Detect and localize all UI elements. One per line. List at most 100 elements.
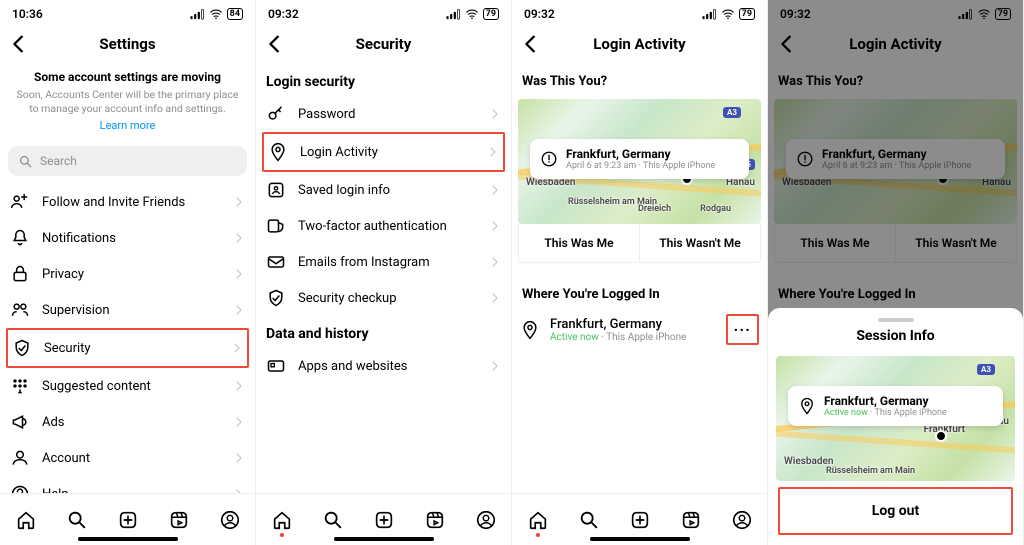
home-indicator[interactable] <box>78 537 178 541</box>
security-item-password[interactable]: Password <box>262 96 505 132</box>
security-item-label: Security checkup <box>298 291 477 306</box>
tab-create[interactable] <box>373 509 395 531</box>
search-placeholder: Search <box>40 154 77 168</box>
tab-search[interactable] <box>578 509 600 531</box>
tab-reels[interactable] <box>168 509 190 531</box>
saved-login-icon <box>266 180 286 200</box>
settings-list: Follow and Invite Friends Notifications … <box>6 184 249 493</box>
learn-more-link[interactable]: Learn more <box>12 119 243 132</box>
map-road-badge-a3: A3 <box>723 107 741 118</box>
home-icon <box>527 509 549 531</box>
settings-item-privacy[interactable]: Privacy <box>6 256 249 292</box>
sheet-grabber[interactable] <box>878 318 914 322</box>
signal-icon <box>701 8 717 20</box>
status-time: 10:36 <box>12 7 43 21</box>
status-bar: 09:32 79 <box>512 0 767 24</box>
security-item-label: Emails from Instagram <box>298 255 477 270</box>
log-out-button[interactable]: Log out <box>778 487 1013 535</box>
session-active: Active now <box>550 332 599 343</box>
back-button[interactable] <box>264 33 286 55</box>
settings-item-label: Account <box>42 451 221 466</box>
notification-dot-icon <box>280 533 284 537</box>
search-icon <box>322 509 344 531</box>
wifi-icon <box>721 8 735 20</box>
settings-item-supervision[interactable]: Supervision <box>6 292 249 328</box>
security-item-2fa[interactable]: Two-factor authentication <box>262 208 505 244</box>
avatar-icon <box>219 509 241 531</box>
security-item-apps-websites[interactable]: Apps and websites <box>262 348 505 384</box>
this-was-me-button[interactable]: This Was Me <box>519 224 640 262</box>
tab-home[interactable] <box>271 509 293 531</box>
settings-item-label: Ads <box>42 415 221 430</box>
home-icon <box>15 509 37 531</box>
home-indicator[interactable] <box>334 537 434 541</box>
section-login-security: Login security <box>262 64 505 96</box>
settings-item-ads[interactable]: Ads <box>6 404 249 440</box>
chevron-right-icon <box>233 452 245 464</box>
tab-home[interactable] <box>15 509 37 531</box>
banner-heading: Some account settings are moving <box>12 70 243 84</box>
tab-search[interactable] <box>66 509 88 531</box>
megaphone-icon <box>10 412 30 432</box>
battery-icon: 84 <box>227 8 243 20</box>
back-button[interactable] <box>8 33 30 55</box>
sheet-title: Session Info <box>776 328 1015 344</box>
tab-profile[interactable] <box>219 509 241 531</box>
settings-item-notifications[interactable]: Notifications <box>6 220 249 256</box>
shield-check-icon <box>266 288 286 308</box>
map-label-russelsheim: Rüsselsheim am Main <box>826 466 915 476</box>
panel-security: 09:32 79 Security Login security Passwor… <box>256 0 512 545</box>
status-time: 09:32 <box>268 7 299 21</box>
back-button[interactable] <box>520 33 542 55</box>
chevron-right-icon <box>233 304 245 316</box>
tab-profile[interactable] <box>731 509 753 531</box>
session-options-button[interactable]: ··· <box>726 314 759 345</box>
key-icon <box>266 104 286 124</box>
tab-profile[interactable] <box>475 509 497 531</box>
settings-item-security[interactable]: Security <box>6 328 249 368</box>
settings-item-suggested[interactable]: Suggested content <box>6 368 249 404</box>
nav-header: Security <box>256 24 511 64</box>
page-title: Security <box>356 35 412 53</box>
this-wasnt-me-button[interactable]: This Wasn't Me <box>640 224 760 262</box>
chevron-right-icon <box>489 220 501 232</box>
settings-item-follow-invite[interactable]: Follow and Invite Friends <box>6 184 249 220</box>
pin-icon <box>798 397 816 415</box>
session-map-view[interactable]: Wiesbaden Frankfurt Hanau Rüsselsheim am… <box>776 356 1015 481</box>
session-row[interactable]: Frankfurt, Germany Active now · This App… <box>518 308 761 351</box>
tab-home[interactable] <box>527 509 549 531</box>
section-data-history: Data and history <box>262 316 505 348</box>
settings-item-help[interactable]: Help <box>6 476 249 493</box>
security-item-emails[interactable]: Emails from Instagram <box>262 244 505 280</box>
tab-create[interactable] <box>117 509 139 531</box>
map-label-dreieich: Dreieich <box>638 204 671 214</box>
banner-subtext: Soon, Accounts Center will be the primar… <box>12 88 243 115</box>
security-item-saved-login[interactable]: Saved login info <box>262 172 505 208</box>
tab-search[interactable] <box>322 509 344 531</box>
home-indicator[interactable] <box>590 537 690 541</box>
session-location: Frankfurt, Germany <box>550 317 686 332</box>
settings-item-label: Suggested content <box>42 379 221 394</box>
page-title: Login Activity <box>593 35 685 53</box>
map-view[interactable]: Wiesbaden Frankfurt Hanau Rüsselsheim am… <box>518 99 761 224</box>
chevron-right-icon <box>233 268 245 280</box>
mail-icon <box>266 252 286 272</box>
search-input[interactable]: Search <box>8 146 247 176</box>
settings-item-label: Privacy <box>42 267 221 282</box>
settings-item-account[interactable]: Account <box>6 440 249 476</box>
security-item-login-activity[interactable]: Login Activity <box>262 132 505 172</box>
status-bar: 10:36 84 <box>0 0 255 24</box>
chevron-right-icon <box>487 146 499 158</box>
tab-reels[interactable] <box>680 509 702 531</box>
plus-square-icon <box>373 509 395 531</box>
chevron-left-icon <box>520 33 542 55</box>
security-item-label: Login Activity <box>300 145 475 160</box>
status-bar: 09:32 79 <box>256 0 511 24</box>
tab-reels[interactable] <box>424 509 446 531</box>
session-info-sheet: Session Info Wiesbaden Frankfurt Hanau R… <box>768 308 1023 545</box>
tab-create[interactable] <box>629 509 651 531</box>
card-location: Frankfurt, Germany <box>824 394 947 408</box>
panel-settings: 10:36 84 Settings Some account settings … <box>0 0 256 545</box>
session-device: · This Apple iPhone <box>868 408 947 418</box>
security-item-checkup[interactable]: Security checkup <box>262 280 505 316</box>
